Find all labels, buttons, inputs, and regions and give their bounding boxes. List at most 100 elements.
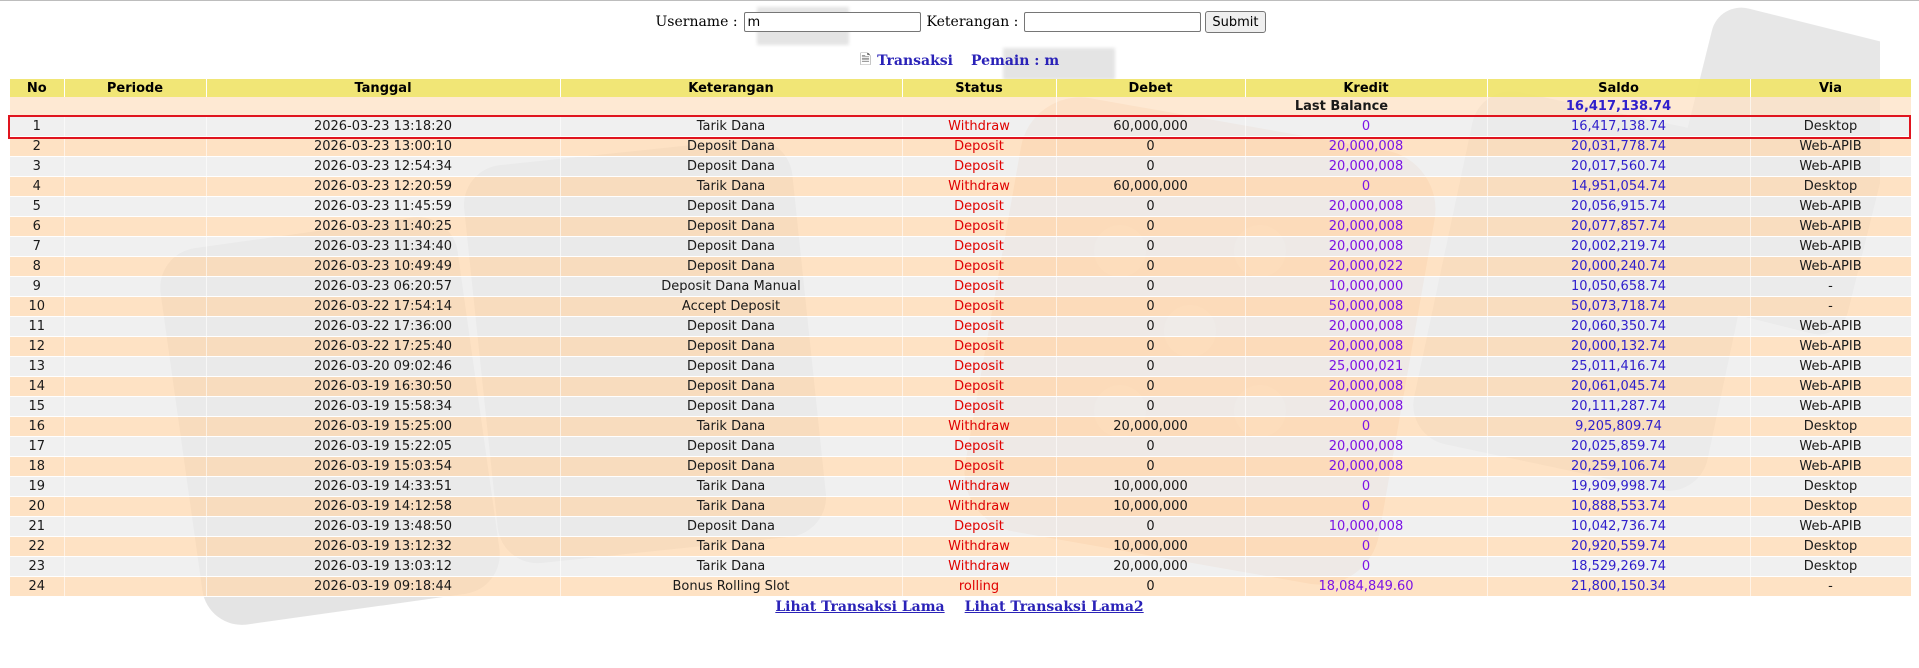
- cell-no: 16: [10, 416, 65, 437]
- table-row: 2 2026-03-23 13:00:10 Deposit Dana Deposit 0…: [10, 136, 1912, 157]
- cell-kredit: 0: [1245, 496, 1488, 517]
- cell-saldo: 14,951,054.74: [1487, 176, 1751, 197]
- submit-button[interactable]: Submit: [1205, 11, 1266, 33]
- cell-keterangan: Deposit Dana: [560, 376, 903, 397]
- cell-no: 7: [10, 236, 65, 257]
- cell-no: 2: [10, 136, 65, 157]
- cell-debet: 0: [1056, 216, 1246, 237]
- cell-keterangan: Deposit Dana: [560, 236, 903, 257]
- table-row: 5 2026-03-23 11:45:59 Deposit Dana Deposit 0…: [10, 196, 1912, 217]
- cell-via: Web-APIB: [1750, 256, 1912, 277]
- table-row: 9 2026-03-23 06:20:57 Deposit Dana Manual D…: [10, 276, 1912, 297]
- cell-status: Deposit: [902, 376, 1057, 397]
- cell-status: Deposit: [902, 456, 1057, 477]
- cell-saldo: 21,800,150.34: [1487, 576, 1751, 597]
- cell-saldo: 20,000,132.74: [1487, 336, 1751, 357]
- cell-saldo: 9,205,809.74: [1487, 416, 1751, 437]
- table-row: 3 2026-03-23 12:54:34 Deposit Dana Deposit 0…: [10, 156, 1912, 177]
- cell-debet: 0: [1056, 236, 1246, 257]
- cell-no: 5: [10, 196, 65, 217]
- cell-no: 18: [10, 456, 65, 477]
- cell-keterangan: Deposit Dana: [560, 456, 903, 477]
- cell-periode: [64, 556, 207, 577]
- cell-keterangan: Deposit Dana: [560, 216, 903, 237]
- cell-saldo: 10,888,553.74: [1487, 496, 1751, 517]
- cell-kredit: 10,000,000: [1245, 276, 1488, 297]
- cell-saldo: 20,031,778.74: [1487, 136, 1751, 157]
- username-input[interactable]: [743, 12, 921, 32]
- cell-debet: 0: [1056, 516, 1246, 537]
- lihat-transaksi-lama-link[interactable]: Lihat Transaksi Lama: [775, 599, 944, 623]
- cell-tanggal: 2026-03-19 14:12:58: [206, 496, 561, 517]
- keterangan-input[interactable]: [1024, 12, 1202, 32]
- transaksi-link[interactable]: Transaksi: [877, 53, 953, 69]
- table-row: 12 2026-03-22 17:25:40 Deposit Dana Deposit…: [10, 336, 1912, 357]
- cell-saldo: 25,011,416.74: [1487, 356, 1751, 377]
- cell-debet: 0: [1056, 256, 1246, 277]
- cell-tanggal: 2026-03-19 14:33:51: [206, 476, 561, 497]
- cell-via: Web-APIB: [1750, 516, 1912, 537]
- cell-debet: 0: [1056, 136, 1246, 157]
- column-header: No: [10, 79, 65, 97]
- cell-tanggal: 2026-03-23 12:54:34: [206, 156, 561, 177]
- cell-no: 24: [10, 576, 65, 597]
- username-label: Username :: [655, 14, 738, 30]
- cell-via: Web-APIB: [1750, 336, 1912, 357]
- cell-via: Web-APIB: [1750, 196, 1912, 217]
- last-balance-value: 16,417,138.74: [1487, 97, 1751, 117]
- cell-kredit: 20,000,008: [1245, 196, 1488, 217]
- cell-periode: [64, 496, 207, 517]
- table-row: 6 2026-03-23 11:40:25 Deposit Dana Deposit 0…: [10, 216, 1912, 237]
- cell-status: Deposit: [902, 436, 1057, 457]
- cell-status: Withdraw: [902, 556, 1057, 577]
- cell-periode: [64, 376, 207, 397]
- cell-debet: 0: [1056, 156, 1246, 177]
- table-row: 1 2026-03-23 13:18:20 Tarik Dana Withdraw 60…: [10, 116, 1912, 137]
- cell-keterangan: Deposit Dana: [560, 356, 903, 377]
- cell-no: 11: [10, 316, 65, 337]
- cell-status: Deposit: [902, 256, 1057, 277]
- cell-no: 19: [10, 476, 65, 497]
- cell-no: 21: [10, 516, 65, 537]
- cell-kredit: 0: [1245, 476, 1488, 497]
- cell-debet: 0: [1056, 276, 1246, 297]
- cell-tanggal: 2026-03-23 11:34:40: [206, 236, 561, 257]
- cell-debet: 0: [1056, 336, 1246, 357]
- cell-status: Withdraw: [902, 416, 1057, 437]
- cell-tanggal: 2026-03-19 13:48:50: [206, 516, 561, 537]
- document-icon: 🗎: [859, 52, 872, 68]
- cell-status: Deposit: [902, 156, 1057, 177]
- cell-saldo: 10,050,658.74: [1487, 276, 1751, 297]
- cell-via: Web-APIB: [1750, 396, 1912, 417]
- cell-keterangan: Bonus Rolling Slot: [560, 576, 903, 597]
- table-row: 21 2026-03-19 13:48:50 Deposit Dana Deposit…: [10, 516, 1912, 537]
- cell-tanggal: 2026-03-20 09:02:46: [206, 356, 561, 377]
- cell-kredit: 20,000,008: [1245, 456, 1488, 477]
- cell-kredit: 20,000,008: [1245, 236, 1488, 257]
- cell-periode: [64, 456, 207, 477]
- column-header: Debet: [1056, 79, 1246, 97]
- cell-tanggal: 2026-03-19 15:58:34: [206, 396, 561, 417]
- cell-status: Deposit: [902, 336, 1057, 357]
- table-row: 16 2026-03-19 15:25:00 Tarik Dana Withdraw 2…: [10, 416, 1912, 437]
- table-row: 8 2026-03-23 10:49:49 Deposit Dana Deposit 0…: [10, 256, 1912, 277]
- cell-tanggal: 2026-03-19 13:12:32: [206, 536, 561, 557]
- cell-periode: [64, 576, 207, 597]
- cell-via: Web-APIB: [1750, 136, 1912, 157]
- cell-saldo: 20,002,219.74: [1487, 236, 1751, 257]
- cell-no: 23: [10, 556, 65, 577]
- cell-periode: [64, 276, 207, 297]
- cell-status: Deposit: [902, 276, 1057, 297]
- cell-no: 9: [10, 276, 65, 297]
- cell-debet: 0: [1056, 576, 1246, 597]
- cell-kredit: 20,000,008: [1245, 336, 1488, 357]
- cell-via: Desktop: [1750, 176, 1912, 197]
- cell-tanggal: 2026-03-23 11:45:59: [206, 196, 561, 217]
- cell-saldo: 20,259,106.74: [1487, 456, 1751, 477]
- cell-tanggal: 2026-03-19 13:03:12: [206, 556, 561, 577]
- lihat-transaksi-lama2-link[interactable]: Lihat Transaksi Lama2: [965, 599, 1144, 623]
- table-row: 11 2026-03-22 17:36:00 Deposit Dana Deposit…: [10, 316, 1912, 337]
- table-row: 20 2026-03-19 14:12:58 Tarik Dana Withdraw 1…: [10, 496, 1912, 517]
- cell-periode: [64, 536, 207, 557]
- cell-kredit: 20,000,008: [1245, 316, 1488, 337]
